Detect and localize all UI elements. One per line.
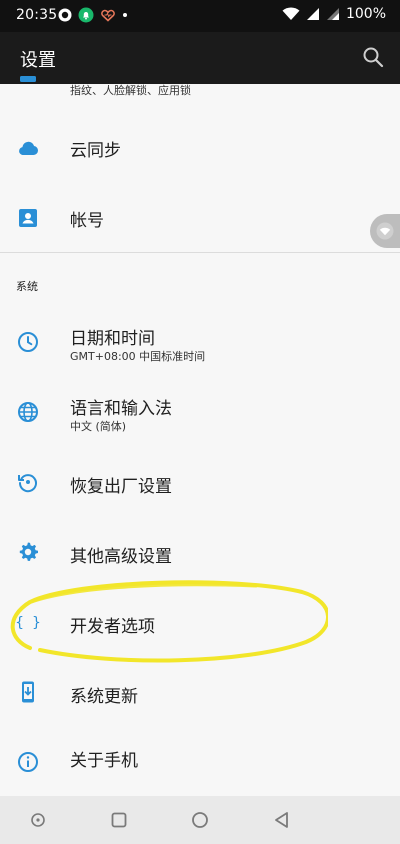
status-bar: 20:35 100% (0, 0, 400, 32)
shield-notification-icon (58, 8, 72, 22)
factory-reset-label: 恢复出厂设置 (70, 477, 172, 497)
list-item-language[interactable]: 语言和输入法 中文 (简体) (0, 376, 400, 446)
signal-icon (306, 8, 319, 20)
restore-icon (18, 474, 37, 493)
list-item-about-phone[interactable]: 关于手机 (0, 724, 400, 794)
app-bar: 设置 (0, 32, 400, 84)
home-nav-icon[interactable] (188, 808, 212, 832)
status-time: 20:35 (16, 7, 58, 23)
navigation-bar (0, 796, 400, 844)
globe-icon (18, 402, 38, 422)
date-time-label: 日期和时间 (70, 329, 155, 349)
health-notification-icon (101, 9, 115, 22)
language-label: 语言和输入法 (70, 399, 172, 419)
list-item-cloud-sync[interactable]: 云同步 (0, 112, 400, 182)
signal-2-icon (326, 8, 339, 20)
advanced-label: 其他高级设置 (70, 547, 172, 567)
about-phone-label: 关于手机 (70, 751, 138, 771)
status-system-icons: 100% (282, 6, 386, 22)
wifi-icon (282, 7, 300, 21)
system-update-label: 系统更新 (70, 687, 138, 707)
section-title-system: 系统 (16, 280, 38, 293)
back-nav-icon[interactable] (270, 808, 294, 832)
security-subtitle: 指纹、人脸解锁、应用锁 (70, 84, 191, 97)
list-item-date-time[interactable]: 日期和时间 GMT+08:00 中国标准时间 (0, 306, 400, 376)
clock-icon (18, 332, 38, 352)
account-label: 帐号 (70, 211, 104, 231)
section-divider (0, 252, 400, 253)
status-notification-icons (58, 7, 128, 23)
recents-nav-icon[interactable] (107, 808, 131, 832)
language-subtitle: 中文 (简体) (70, 420, 127, 433)
floating-wifi-badge[interactable] (370, 214, 400, 248)
list-item-advanced[interactable]: 其他高级设置 (0, 516, 400, 586)
bell-notification-icon (78, 7, 94, 23)
list-item-system-update[interactable]: 系统更新 (0, 656, 400, 726)
assist-nav-icon[interactable] (26, 808, 50, 832)
system-update-icon (22, 681, 34, 703)
account-icon (19, 209, 37, 227)
date-time-subtitle: GMT+08:00 中国标准时间 (70, 350, 206, 363)
wifi-badge-icon (376, 222, 394, 240)
page-title: 设置 (20, 50, 56, 71)
list-item-account[interactable]: 帐号 (0, 182, 400, 252)
cloud-sync-label: 云同步 (70, 141, 121, 161)
battery-percentage: 100% (345, 6, 386, 22)
list-item-factory-reset[interactable]: 恢复出厂设置 (0, 446, 400, 516)
list-item-security[interactable]: 指纹、人脸解锁、应用锁 (0, 76, 400, 110)
gear-icon (19, 542, 38, 561)
dot-notification-icon (123, 13, 127, 17)
cloud-icon (19, 141, 39, 155)
highlight-annotation (10, 580, 328, 663)
search-icon[interactable] (360, 44, 386, 70)
info-icon (18, 752, 38, 772)
security-icon (20, 76, 36, 82)
